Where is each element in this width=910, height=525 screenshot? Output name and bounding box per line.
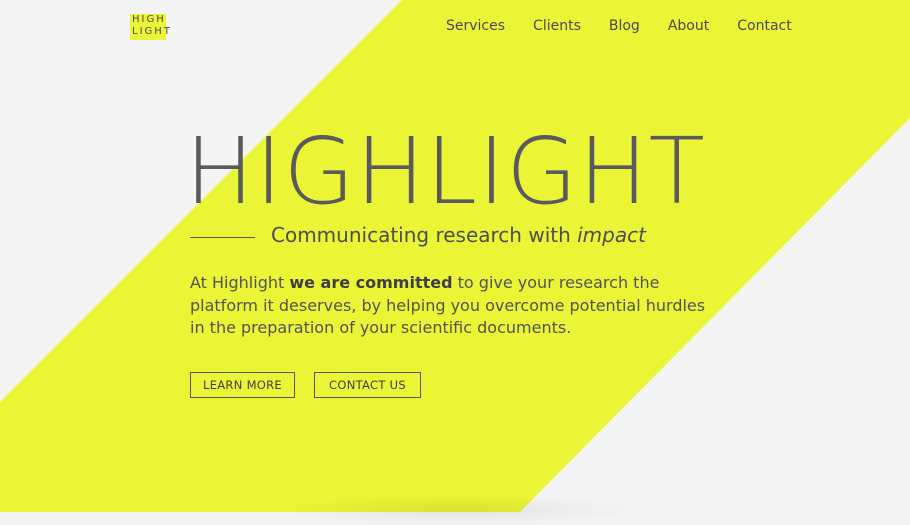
nav-item-clients[interactable]: Clients	[533, 18, 581, 34]
diagonal-highlight-stripe	[0, 0, 910, 512]
hero-title: HIGHLIGHT	[185, 118, 706, 225]
intro-bold: we are committed	[289, 273, 453, 292]
intro-start: At Highlight	[190, 273, 290, 292]
nav-item-contact[interactable]: Contact	[737, 18, 791, 34]
nav-item-services[interactable]: Services	[446, 18, 505, 34]
hero-tagline: Communicating research with impact	[271, 223, 646, 247]
bottom-shadow	[270, 495, 640, 525]
intro-paragraph: At Highlight we are committed to give yo…	[190, 272, 720, 340]
tagline-text: Communicating research with	[271, 223, 578, 247]
logo-line-2: LIGHT	[132, 26, 172, 37]
nav-item-about[interactable]: About	[668, 18, 709, 34]
contact-us-button[interactable]: CONTACT US	[314, 372, 421, 398]
nav-item-blog[interactable]: Blog	[609, 18, 640, 34]
main-nav: Services Clients Blog About Contact	[446, 18, 792, 34]
logo[interactable]: HIGH LIGHT	[130, 14, 172, 40]
logo-line-1: HIGH	[132, 14, 166, 25]
tagline-emphasis: impact	[577, 223, 646, 247]
tagline-divider	[190, 237, 255, 238]
learn-more-button[interactable]: LEARN MORE	[190, 372, 295, 398]
